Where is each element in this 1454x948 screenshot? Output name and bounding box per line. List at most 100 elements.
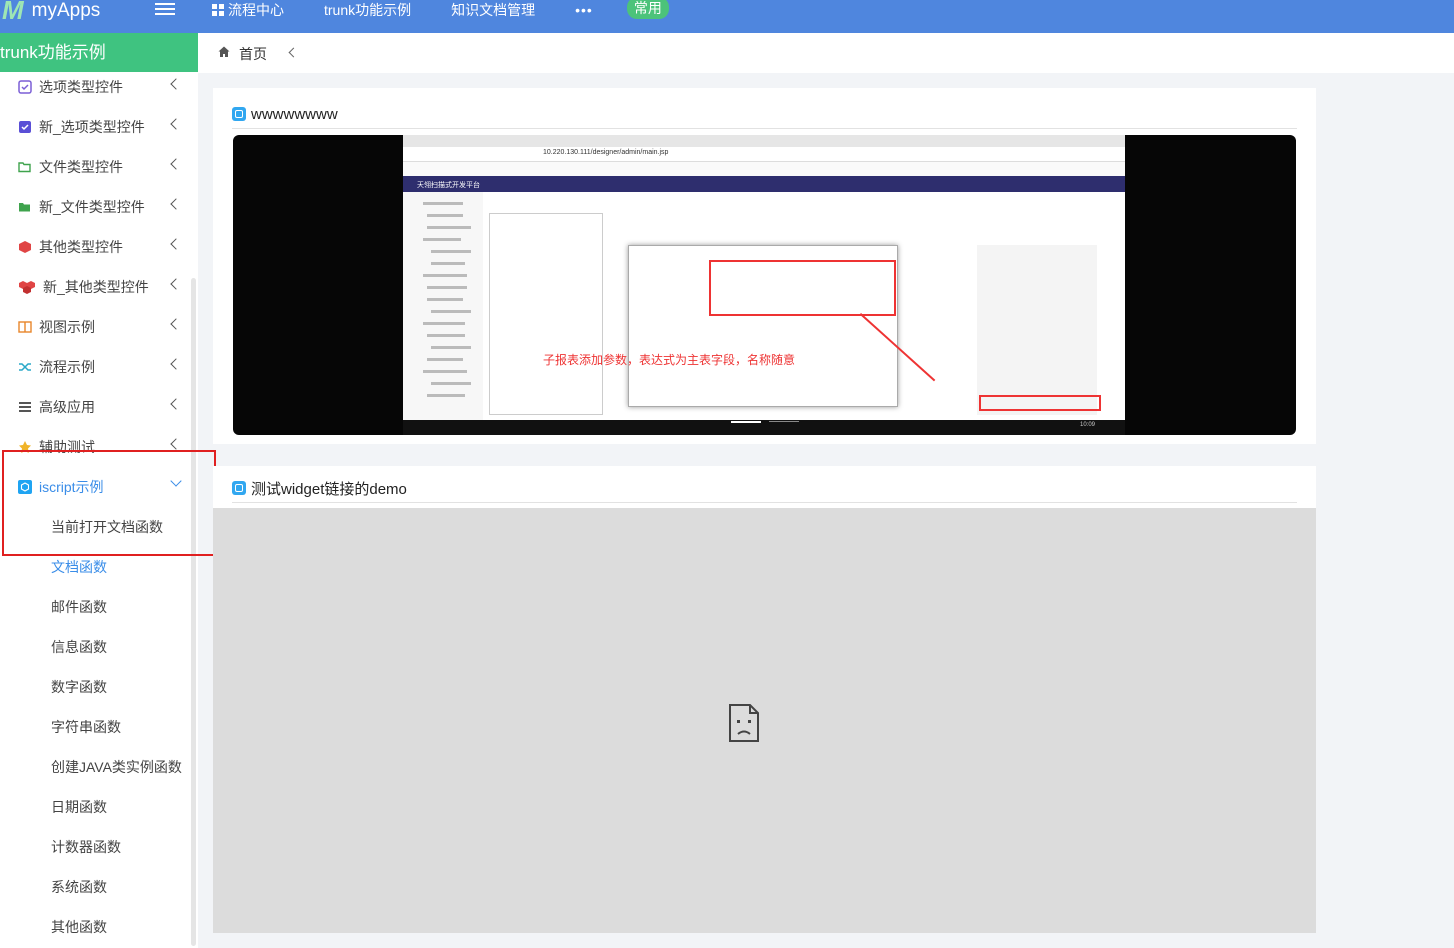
sidebar-item-label: 选项类型控件 [39, 79, 123, 95]
chevron-left-icon [170, 158, 182, 170]
sidebar-item-label: 视图示例 [39, 319, 95, 335]
sidebar-item-label: 新_其他类型控件 [43, 279, 149, 295]
annotation-redbox [709, 260, 896, 316]
sidebar-item-label: 创建JAVA类实例函数 [51, 759, 182, 775]
taskbar-clock: 10:09 [1079, 422, 1095, 428]
sidebar-subitem-number-functions[interactable]: 数字函数 [0, 667, 241, 707]
sidebar-item-label: iscript示例 [39, 479, 104, 495]
widget-card-video: wwwwwwww 10.220.130.111/designer/admin/m… [213, 88, 1316, 444]
browser-address-bar: 10.220.130.111/designer/admin/main.jsp [403, 147, 1125, 162]
video-player[interactable]: 10.220.130.111/designer/admin/main.jsp 天… [233, 135, 1296, 435]
nav-item-label: 流程中心 [228, 2, 284, 18]
sidebar-item-label: 流程示例 [39, 359, 95, 375]
sidebar-subitem-mail-functions[interactable]: 邮件函数 [0, 587, 241, 627]
video-annotation: 子报表添加参数，表达式为主表字段，名称随意 [543, 353, 796, 367]
sidebar-subitem-system-functions[interactable]: 系统函数 [0, 867, 241, 907]
chevron-left-icon [170, 198, 182, 210]
sidebar-item-label: 数字函数 [51, 679, 107, 695]
sidebar: trunk功能示例 选项类型控件 新_选项类型控件 文件类型控件 新_文件类型控… [0, 33, 233, 948]
sidebar-item-label: 计数器函数 [51, 839, 121, 855]
card-title: 测试widget链接的demo [251, 480, 407, 498]
embedded-frame [213, 508, 1316, 933]
breadcrumb-home[interactable]: 首页 [239, 44, 267, 64]
checkbox-filled-icon [19, 121, 31, 133]
card-title: wwwwwwww [251, 105, 338, 123]
sidebar-subitem-doc-functions[interactable]: 文档函数 [0, 547, 241, 587]
sidebar-subitem-string-functions[interactable]: 字符串函数 [0, 707, 241, 747]
grid-icon [212, 4, 224, 16]
chevron-left-icon [170, 398, 182, 410]
home-icon[interactable] [218, 46, 230, 58]
sidebar-item-iscript[interactable]: iscript示例 [0, 467, 190, 507]
nav-item-process-center[interactable]: 流程中心 [212, 0, 284, 20]
more-menu-icon[interactable]: ••• [575, 2, 593, 18]
sidebar-subitem-info-functions[interactable]: 信息函数 [0, 627, 241, 667]
video-progress[interactable] [731, 421, 761, 423]
cube-app-icon [18, 480, 32, 494]
browser-url: 10.220.130.111/designer/admin/main.jsp [543, 149, 669, 156]
video-frame: 10.220.130.111/designer/admin/main.jsp 天… [403, 135, 1125, 435]
chevron-left-icon [170, 358, 182, 370]
chevron-down-icon [170, 475, 182, 487]
breadcrumb: 首页 [198, 33, 1454, 73]
list-icon [19, 402, 31, 412]
sidebar-subitem-other-functions[interactable]: 其他函数 [0, 907, 241, 947]
sidebar-item-option-controls[interactable]: 选项类型控件 [0, 67, 190, 107]
sidebar-item-label: 新_文件类型控件 [39, 199, 145, 215]
sidebar-item-advanced[interactable]: 高级应用 [0, 387, 190, 427]
nav-item-knowledge[interactable]: 知识文档管理 [451, 0, 535, 20]
chevron-left-icon [170, 238, 182, 250]
sidebar-item-label: 其他类型控件 [39, 239, 123, 255]
annotation-redbox [979, 395, 1101, 411]
sidebar-item-label: 其他函数 [51, 919, 107, 935]
sidebar-item-label: 当前打开文档函数 [51, 519, 163, 535]
widget-icon [232, 481, 246, 495]
sidebar-item-new-file-controls[interactable]: 新_文件类型控件 [0, 187, 190, 227]
sidebar-item-label: 文档函数 [51, 559, 107, 575]
sidebar-item-aux-test[interactable]: 辅助测试 [0, 427, 190, 467]
sidebar-item-label: 新_选项类型控件 [39, 119, 145, 135]
top-nav: 流程中心 trunk功能示例 知识文档管理 ••• 常用 [212, 0, 669, 20]
sidebar-subitem-java-instance-functions[interactable]: 创建JAVA类实例函数 [0, 747, 241, 787]
sidebar-subitem-counter-functions[interactable]: 计数器函数 [0, 827, 241, 867]
sidebar-item-label: 辅助测试 [39, 439, 95, 455]
sidebar-item-new-option-controls[interactable]: 新_选项类型控件 [0, 107, 190, 147]
browser-tabbar [403, 135, 1125, 147]
cubes-icon [19, 281, 35, 294]
video-progress-track[interactable] [769, 421, 799, 422]
app-logo[interactable]: M myApps [2, 0, 100, 27]
broken-page-icon [729, 704, 759, 742]
chevron-left-icon [170, 318, 182, 330]
app-title: 天翎扫描式开发平台 [417, 182, 480, 189]
card-header: wwwwwwww [232, 100, 1297, 129]
cube-icon [19, 241, 31, 253]
card-header: 测试widget链接的demo [232, 474, 1297, 503]
nav-item-trunk[interactable]: trunk功能示例 [324, 0, 411, 20]
sidebar-item-view-examples[interactable]: 视图示例 [0, 307, 190, 347]
logo-mark: M [2, 0, 24, 25]
logo-text: myApps [31, 0, 101, 21]
chevron-left-icon [170, 78, 182, 90]
folder-icon [19, 203, 30, 212]
favorites-badge[interactable]: 常用 [626, 0, 669, 19]
sidebar-item-new-other-controls[interactable]: 新_其他类型控件 [0, 267, 190, 307]
app-header: 天翎扫描式开发平台 [403, 176, 1125, 192]
sidebar-item-label: 文件类型控件 [39, 159, 123, 175]
sidebar-item-label: 高级应用 [39, 399, 95, 415]
checkbox-icon [18, 80, 32, 94]
windows-taskbar: 10:09 [403, 420, 1125, 435]
sidebar-item-other-controls[interactable]: 其他类型控件 [0, 227, 190, 267]
folder-open-icon [18, 162, 31, 173]
chevron-left-icon [170, 438, 182, 450]
sidebar-item-file-controls[interactable]: 文件类型控件 [0, 147, 190, 187]
menu-toggle-icon[interactable] [155, 3, 175, 17]
sidebar-item-label: 字符串函数 [51, 719, 121, 735]
sidebar-item-label: 信息函数 [51, 639, 107, 655]
sidebar-item-flow-examples[interactable]: 流程示例 [0, 347, 190, 387]
star-icon [19, 441, 31, 453]
sidebar-subitem-date-functions[interactable]: 日期函数 [0, 787, 241, 827]
columns-icon [18, 321, 32, 333]
chevron-left-icon[interactable] [288, 47, 299, 58]
sidebar-subitem-current-doc-functions[interactable]: 当前打开文档函数 [0, 507, 241, 547]
widget-icon [232, 107, 246, 121]
